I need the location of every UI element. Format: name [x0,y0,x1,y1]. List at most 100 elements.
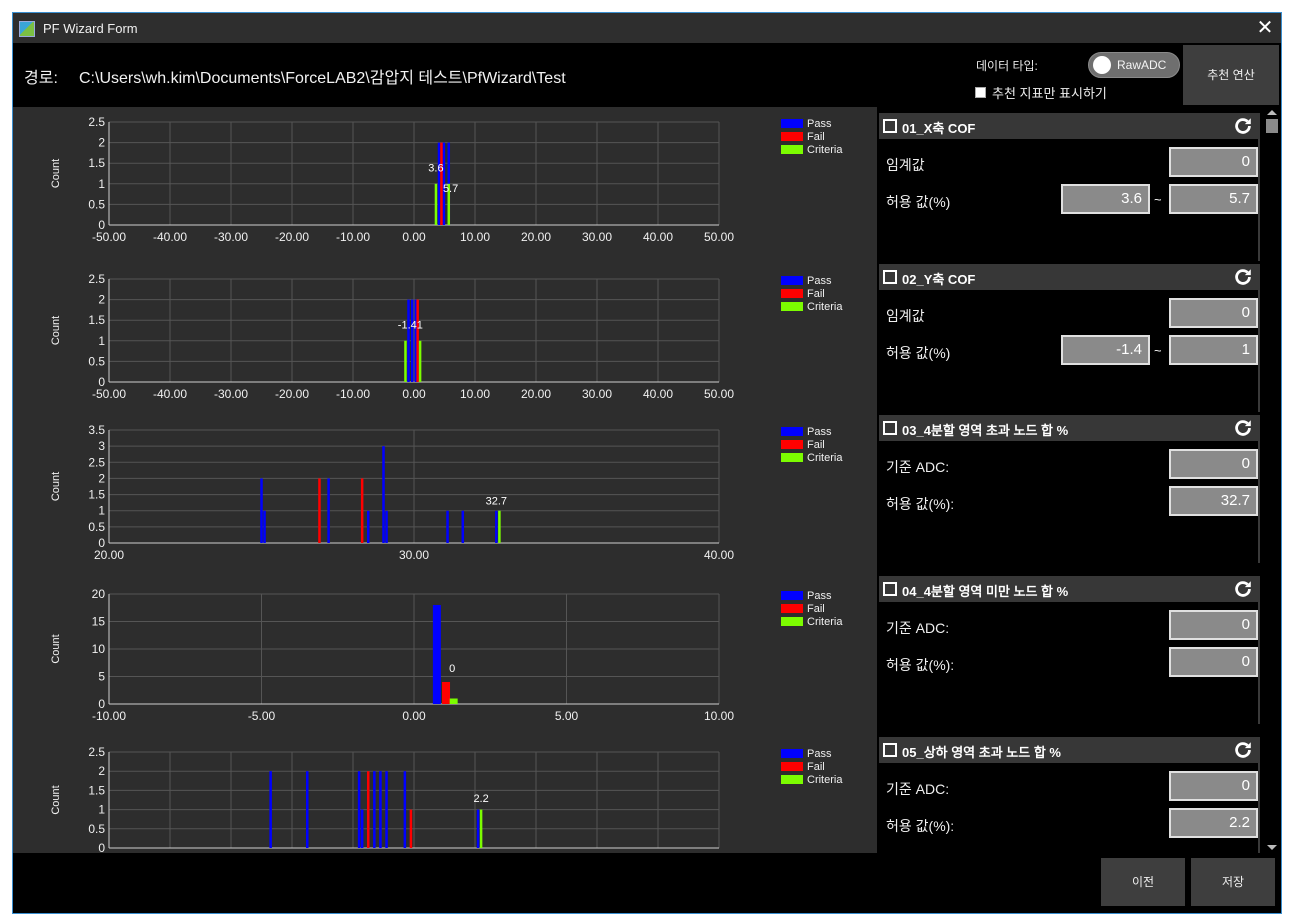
histogram-chart-1: 2.5 2 1.5 1 0.5 0 -50.00 -40.00 -30.00 -20.00 -10.… [13,107,877,257]
y-tick-label: 1 [98,504,105,518]
legend-swatch [781,289,803,298]
legend-label: Criteria [807,300,843,313]
threshold-input[interactable]: 0 [1169,449,1258,479]
threshold-input[interactable]: 0 [1169,298,1258,328]
scroll-thumb[interactable] [1266,119,1278,133]
y-tick-label: 1.5 [88,783,105,797]
title-bar: PF Wizard Form ✕ [13,13,1281,43]
y-tick-label: 2 [98,471,105,485]
legend-item: Criteria [781,615,861,628]
chart-legend: Pass Fail Criteria [781,747,861,786]
bar-pass [407,299,410,382]
threshold-input[interactable]: 0 [1169,771,1258,801]
x-tick-label: 10.00 [460,230,490,244]
settings-panel[interactable]: 01_X축 COF 임계값 0 허용 값(%) 3.6 ~5.7 02_Y축 COF 임계값 0… [877,107,1262,853]
legend-label: Pass [807,589,832,602]
tolerance-label: 허용 값(%) [886,194,951,210]
tolerance-min-input[interactable]: -1.4 [1061,335,1150,365]
refresh-icon[interactable] [1232,266,1254,288]
legend-item: Fail [781,438,861,451]
y-tick-label: 3 [98,439,105,453]
path-value: C:\Users\wh.kim\Documents\ForceLAB2\감압지 … [79,70,566,87]
tolerance-min-input[interactable]: 3.6 [1061,184,1150,214]
legend-swatch [781,775,803,784]
bar-fail [367,771,370,848]
legend-swatch [781,427,803,436]
legend-item: Pass [781,425,861,438]
x-tick-label: -40.00 [153,387,187,401]
refresh-icon[interactable] [1232,578,1254,600]
bar-pass [260,478,263,543]
calculate-recommended-button[interactable]: 추천 연산 [1183,45,1279,105]
bar-pass [437,142,441,225]
footer-bar: 이전 저장 [13,853,1281,913]
threshold-input[interactable]: 0 [1169,610,1258,640]
legend-item: Pass [781,274,861,287]
legend-swatch [781,749,803,758]
tolerance-label: 허용 값(%): [886,496,955,512]
bar-pass [385,771,388,848]
y-tick-label: 1.5 [88,156,105,170]
scroll-down-icon[interactable] [1267,845,1277,850]
card-checkbox[interactable] [883,421,897,435]
legend-item: Criteria [781,773,861,786]
legend-item: Fail [781,130,861,143]
recommended-only-checkbox[interactable] [975,87,986,98]
panel-scrollbar[interactable] [1262,107,1281,853]
refresh-icon[interactable] [1232,417,1254,439]
bar-fail [409,809,413,848]
card-checkbox[interactable] [883,743,897,757]
bar-pass [410,299,414,382]
charts-area[interactable]: 2.5 2 1.5 1 0.5 0 -50.00 -40.00 -30.00 -20.00 -10.… [13,107,877,853]
y-tick-label: 10 [92,642,106,656]
legend-swatch [781,302,803,311]
card-header: 02_Y축 COF [879,264,1260,290]
threshold-input[interactable]: 0 [1169,147,1258,177]
card-title: 04_4분할 영역 미만 노드 합 % [902,584,1069,599]
legend-label: Pass [807,747,832,760]
card-header: 03_4분할 영역 초과 노드 합 % [879,415,1260,441]
chart-svg: 2.5 2 1.5 1 0.5 0 Count 2.2 [50,745,720,853]
save-button[interactable]: 저장 [1191,858,1275,906]
refresh-icon[interactable] [1232,739,1254,761]
path-label: 경로: [24,70,58,87]
legend-swatch [781,604,803,613]
bar-pass [367,510,370,543]
bar-criteria [498,510,501,543]
card-checkbox[interactable] [883,270,897,284]
previous-button[interactable]: 이전 [1101,858,1185,906]
close-icon[interactable]: ✕ [1253,16,1277,40]
tolerance-max-input[interactable]: 0 [1169,647,1258,677]
y-tick-label: 2.5 [88,455,105,469]
x-tick-label: 40.00 [704,548,734,562]
y-axis-label: Count [50,316,62,345]
x-tick-label: 50.00 [704,387,734,401]
x-tick-label: 10.00 [704,709,734,723]
bar-pass [373,771,376,848]
y-tick-label: 15 [92,615,106,629]
chart-svg: 20151050-10.00 -5.00 0.00 5.00 10.00Count0 [50,587,734,723]
y-axis-label: Count [50,634,62,663]
card-header: 05_상하 영역 초과 노드 합 % [879,737,1260,763]
data-type-toggle[interactable]: RawADC [1088,52,1180,78]
card-title: 01_X축 COF [902,121,976,136]
x-tick-label: -10.00 [92,709,126,723]
refresh-icon[interactable] [1232,115,1254,137]
x-tick-label: 0.00 [402,387,426,401]
card-checkbox[interactable] [883,582,897,596]
legend-item: Fail [781,287,861,300]
tolerance-max-input[interactable]: 1 [1169,335,1258,365]
tolerance-max-input[interactable]: 5.7 [1169,184,1258,214]
scroll-up-icon[interactable] [1267,110,1277,115]
threshold-label: 기준 ADC: [886,459,950,475]
pf-wizard-window: PF Wizard Form ✕ 경로: C:\Users\wh.kim\Doc… [12,12,1282,914]
x-tick-label: 30.00 [582,387,612,401]
tolerance-max-input[interactable]: 2.2 [1169,808,1258,838]
card-checkbox[interactable] [883,119,897,133]
tolerance-max-input[interactable]: 32.7 [1169,486,1258,516]
legend-swatch [781,132,803,141]
bar-criteria [449,698,458,704]
histogram-chart-5: 2.5 2 1.5 1 0.5 0 Count 2.2 Pass Fail Criteria [13,738,877,853]
x-tick-label: 0.00 [402,709,426,723]
legend-item: Criteria [781,143,861,156]
